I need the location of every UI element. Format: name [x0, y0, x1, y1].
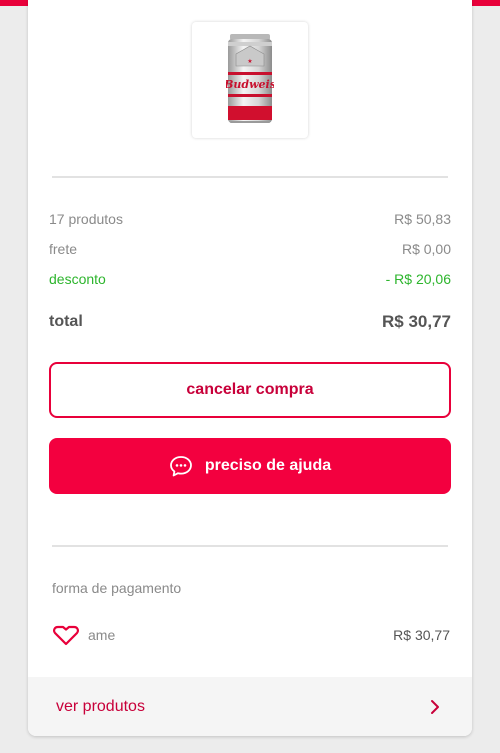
summary-total-row: total R$ 30,77 [49, 312, 451, 332]
summary-discount-row: desconto - R$ 20,06 [49, 271, 451, 287]
help-button[interactable]: preciso de ajuda [49, 438, 451, 494]
view-products-label: ver produtos [56, 697, 145, 715]
payment-method-name: ame [88, 627, 116, 643]
top-accent-strip-right [472, 0, 500, 6]
help-label: preciso de ajuda [204, 457, 332, 474]
items-value: R$ 50,83 [394, 211, 451, 227]
ame-heart-icon [53, 625, 79, 646]
total-label: total [49, 313, 83, 330]
product-thumbnail[interactable]: ★ Budweis [192, 22, 308, 138]
divider [52, 176, 448, 178]
items-label: 17 produtos [49, 211, 123, 227]
view-products-link[interactable]: ver produtos [28, 677, 472, 736]
chat-bubble-icon [169, 456, 192, 477]
total-value: R$ 30,77 [382, 312, 451, 331]
cancel-purchase-label: cancelar compra [186, 381, 314, 398]
payment-method-row: ame R$ 30,77 [52, 622, 450, 648]
divider [52, 545, 448, 547]
discount-label: desconto [49, 271, 106, 287]
payment-section-label: forma de pagamento [52, 580, 182, 596]
top-accent-strip-left [0, 0, 28, 6]
beer-can-image: ★ Budweis [226, 34, 274, 123]
order-detail-card: ★ Budweis 17 produtos R$ 50,83 frete R$ … [28, 0, 472, 736]
chevron-right-icon [431, 699, 439, 714]
discount-value: - R$ 20,06 [385, 271, 451, 287]
svg-text:★: ★ [247, 58, 252, 65]
shipping-label: frete [49, 241, 78, 257]
summary-shipping-row: frete R$ 0,00 [49, 241, 451, 257]
svg-text:Budweis: Budweis [226, 78, 274, 91]
shipping-value: R$ 0,00 [401, 241, 451, 257]
payment-amount: R$ 30,77 [393, 627, 450, 643]
cancel-purchase-button[interactable]: cancelar compra [49, 362, 451, 418]
summary-items-row: 17 produtos R$ 50,83 [49, 211, 451, 227]
